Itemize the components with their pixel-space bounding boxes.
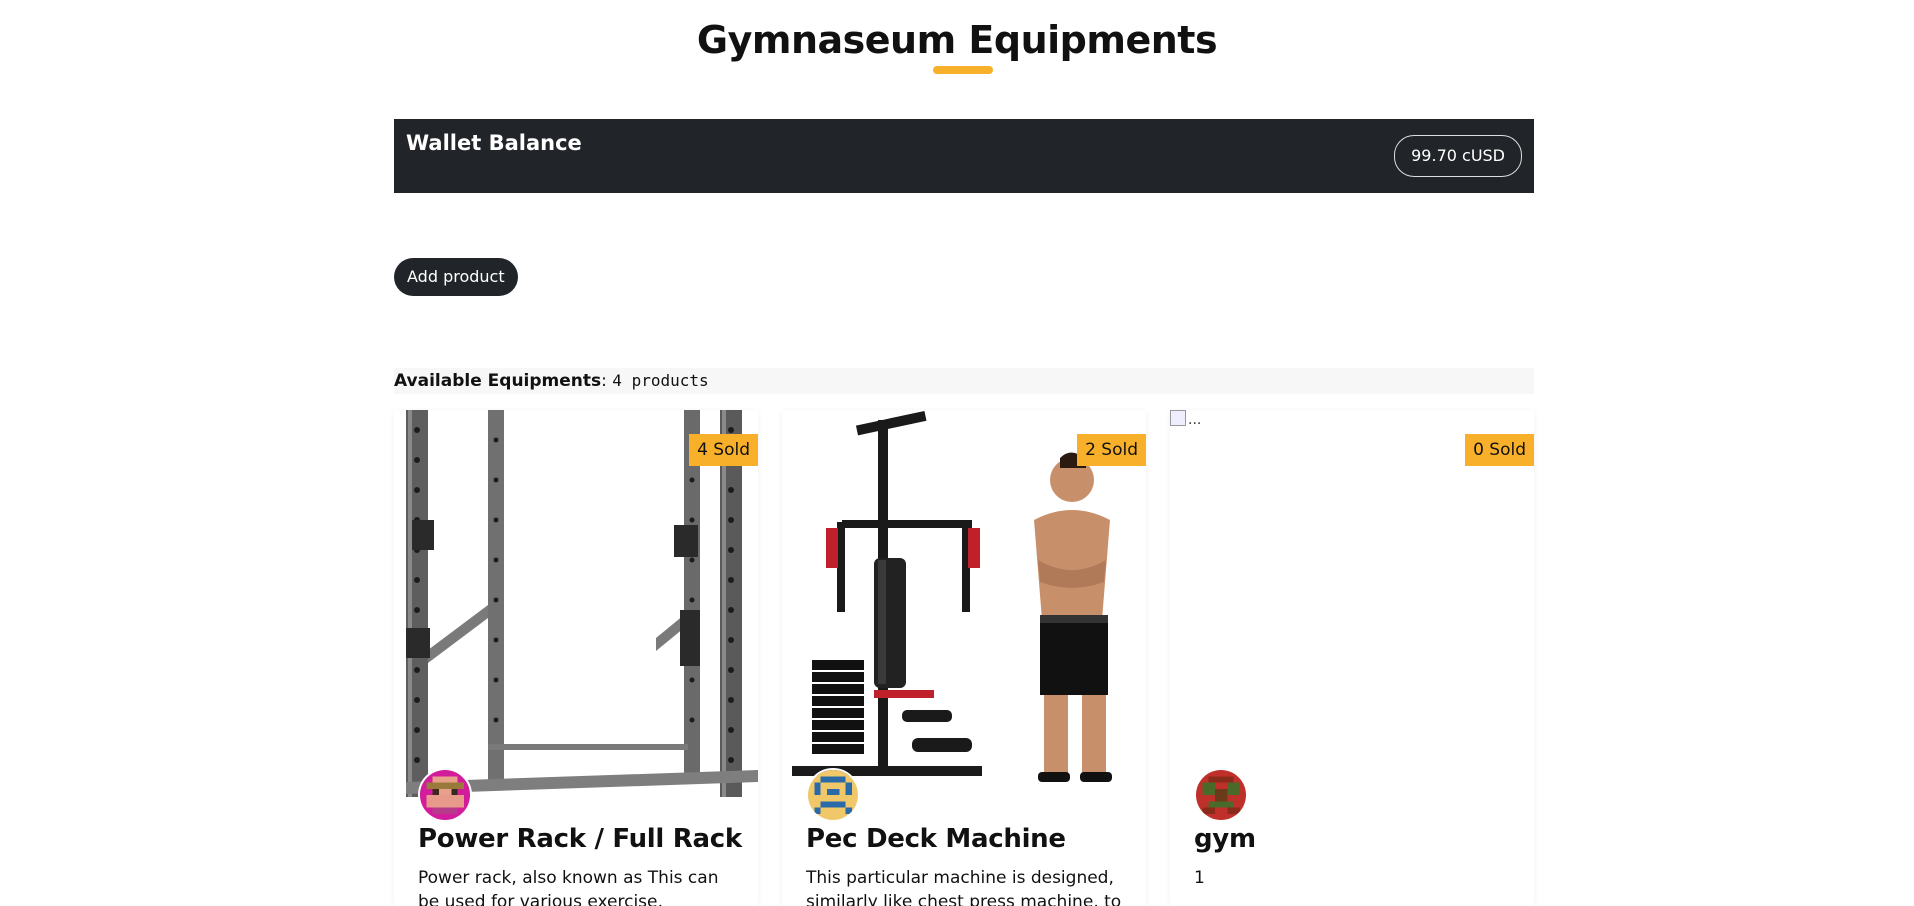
identicon-icon xyxy=(1196,770,1246,820)
product-title: Pec Deck Machine xyxy=(806,824,1066,854)
product-image-gym: ... xyxy=(1170,410,1534,797)
product-image-power-rack xyxy=(394,410,758,797)
title-underline xyxy=(933,66,993,74)
product-title: gym xyxy=(1194,824,1256,854)
sold-badge: 2 Sold xyxy=(1077,434,1146,466)
sold-badge: 4 Sold xyxy=(689,434,758,466)
seller-avatar[interactable] xyxy=(806,768,860,822)
wallet-panel: Wallet Balance 99.70 cUSD xyxy=(394,119,1534,193)
available-equipments-label: Available Equipments xyxy=(394,371,602,391)
home-gym-illustration xyxy=(782,410,1146,797)
product-description: Power rack, also known as This can be us… xyxy=(418,868,719,906)
product-description: 1 xyxy=(1194,868,1205,888)
seller-avatar[interactable] xyxy=(418,768,472,822)
product-card: 2 Sold Pec Deck Machine This particular … xyxy=(782,410,1146,906)
label-separator: : xyxy=(601,371,607,391)
image-alt-text: ... xyxy=(1188,412,1202,428)
add-product-button[interactable]: Add product xyxy=(394,258,518,296)
product-card: ... 0 Sold gym 1 xyxy=(1170,410,1534,906)
broken-image: ... xyxy=(1170,410,1201,428)
wallet-balance-badge[interactable]: 99.70 cUSD xyxy=(1394,135,1522,177)
product-image-pec-deck xyxy=(782,410,1146,797)
available-equipments-bar: Available Equipments: 4 products xyxy=(394,368,1534,394)
page-title: Gymnaseum Equipments xyxy=(696,18,1218,62)
identicon-icon xyxy=(808,770,858,820)
broken-image-icon xyxy=(1170,410,1186,426)
seller-avatar[interactable] xyxy=(1194,768,1248,822)
product-description: This particular machine is designed, sim… xyxy=(806,868,1122,906)
sold-badge: 0 Sold xyxy=(1465,434,1534,466)
product-count: 4 products xyxy=(612,371,709,390)
power-rack-illustration xyxy=(394,410,758,797)
product-title: Power Rack / Full Rack xyxy=(418,824,742,854)
wallet-label: Wallet Balance xyxy=(406,131,582,155)
product-card: 4 Sold Power Rack / Full Rack Power rack… xyxy=(394,410,758,906)
identicon-icon xyxy=(420,770,470,820)
